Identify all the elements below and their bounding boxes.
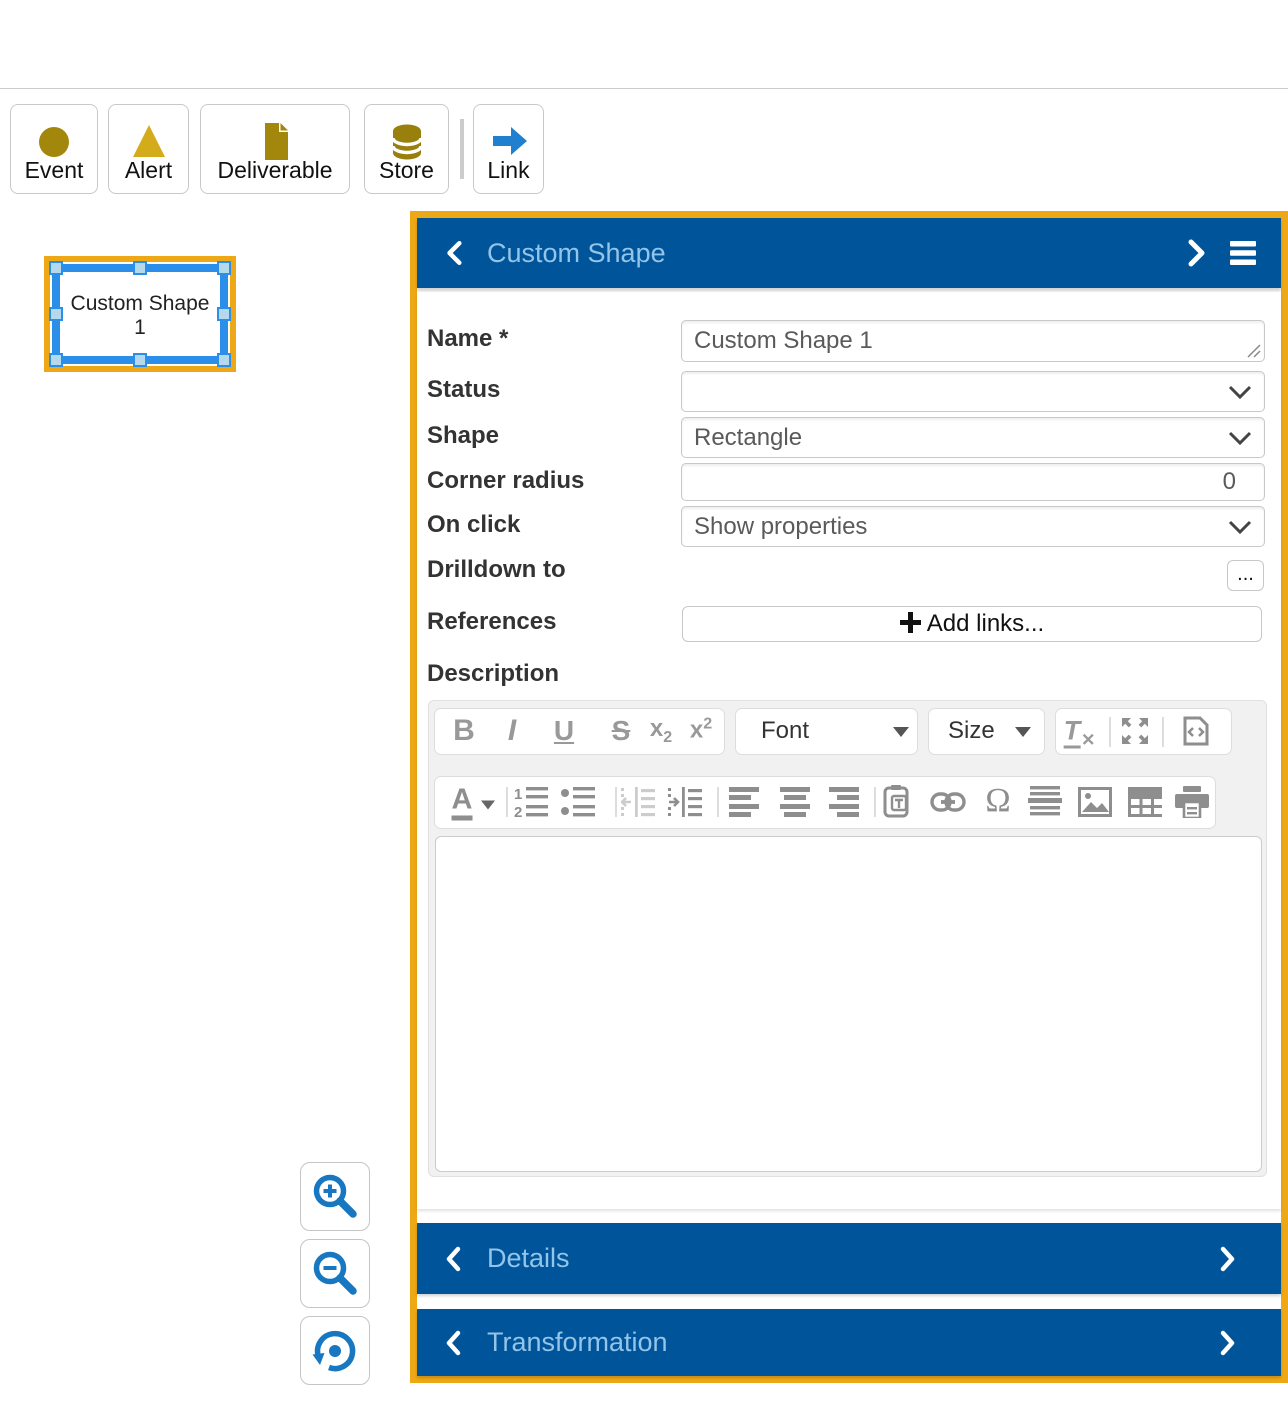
svg-text:1: 1 [514, 786, 522, 803]
svg-text:2: 2 [514, 804, 522, 818]
